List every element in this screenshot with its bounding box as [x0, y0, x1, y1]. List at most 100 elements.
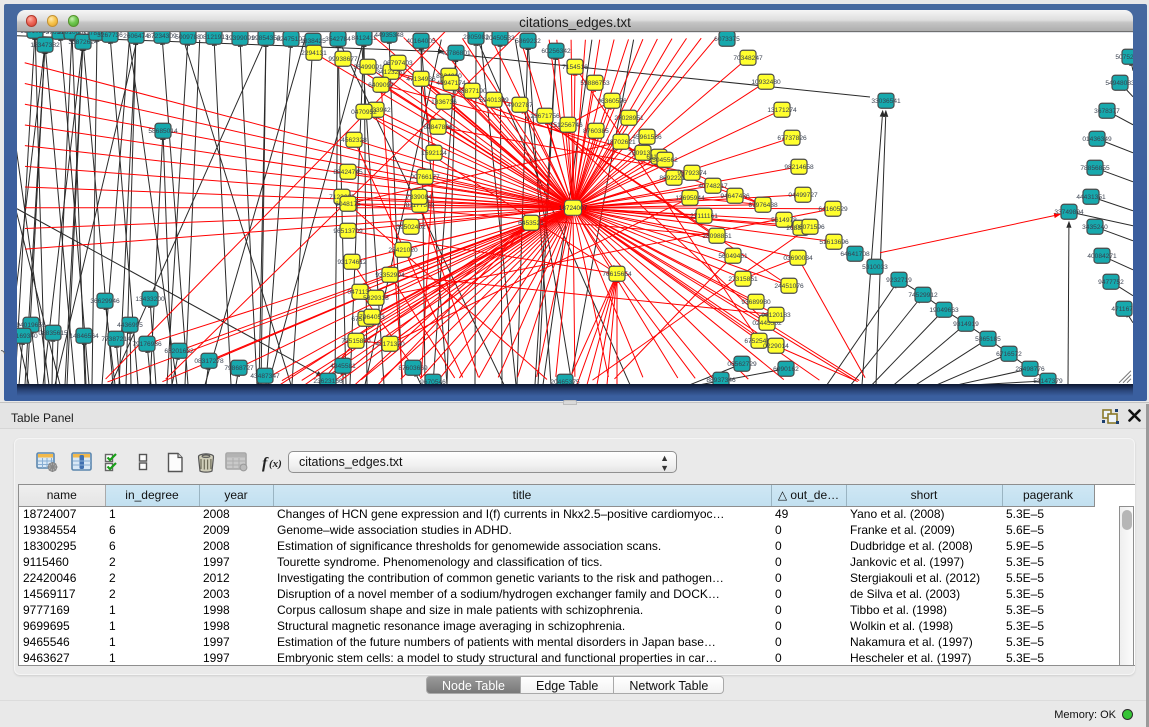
- svg-text:43171390: 43171390: [375, 340, 405, 347]
- svg-text:7154516: 7154516: [562, 63, 588, 70]
- svg-text:1836736: 1836736: [431, 98, 457, 105]
- svg-text:01436349: 01436349: [1082, 135, 1112, 142]
- svg-text:56049451: 56049451: [718, 252, 748, 259]
- svg-text:f: f: [262, 455, 269, 472]
- svg-text:0229014: 0229014: [763, 342, 789, 349]
- svg-text:47134936: 47134936: [406, 75, 436, 82]
- svg-text:49947174: 49947174: [436, 79, 466, 86]
- svg-text:5310033: 5310033: [862, 263, 888, 270]
- svg-text:5045562: 5045562: [652, 156, 678, 163]
- svg-text:10932480: 10932480: [751, 78, 781, 85]
- svg-text:45961586: 45961586: [632, 133, 662, 140]
- svg-text:6716572: 6716572: [996, 350, 1022, 357]
- svg-text:60256342: 60256342: [541, 47, 571, 54]
- svg-text:74529912: 74529912: [908, 291, 938, 298]
- svg-text:33036541: 33036541: [871, 97, 901, 104]
- svg-text:5329318: 5329318: [363, 294, 389, 301]
- svg-text:4562328: 4562328: [341, 136, 367, 143]
- svg-text:06562729: 06562729: [727, 360, 757, 367]
- svg-text:67976438: 67976438: [748, 201, 778, 208]
- svg-text:13695944: 13695944: [675, 194, 705, 201]
- svg-text:51256746: 51256746: [553, 121, 583, 128]
- svg-text:96360576: 96360576: [597, 97, 627, 104]
- svg-text:33749894: 33749894: [1054, 208, 1084, 215]
- svg-text:18347382: 18347382: [30, 41, 60, 48]
- svg-text:03690034: 03690034: [783, 254, 813, 261]
- svg-text:13171274: 13171274: [767, 106, 797, 113]
- svg-text:5009788: 5009788: [175, 33, 201, 40]
- svg-text:14846564: 14846564: [69, 332, 99, 339]
- svg-text:87234309: 87234309: [147, 32, 177, 39]
- svg-text:98214658: 98214658: [784, 163, 814, 170]
- svg-text:6073375: 6073375: [714, 35, 740, 42]
- svg-text:27315851: 27315851: [728, 275, 758, 282]
- svg-text:06071596: 06071596: [795, 223, 825, 230]
- svg-text:24451076: 24451076: [774, 282, 804, 289]
- svg-text:8412411: 8412411: [351, 34, 377, 41]
- svg-text:18724007: 18724007: [559, 204, 588, 211]
- svg-text:04499727: 04499727: [788, 191, 818, 198]
- svg-text:27028951: 27028951: [614, 114, 644, 121]
- svg-text:6048175: 6048175: [335, 200, 361, 207]
- svg-text:55886753: 55886753: [580, 79, 610, 86]
- svg-text:40164005: 40164005: [406, 37, 436, 44]
- svg-text:88424745: 88424745: [333, 168, 363, 175]
- svg-text:79868727: 79868727: [224, 364, 254, 371]
- svg-text:96513709: 96513709: [333, 227, 363, 234]
- svg-text:3678377: 3678377: [1094, 107, 1120, 114]
- svg-text:28421020: 28421020: [388, 246, 418, 253]
- svg-text:78856855: 78856855: [1080, 164, 1110, 171]
- svg-text:40084271: 40084271: [1087, 252, 1117, 259]
- svg-text:3542784: 3542784: [325, 35, 351, 42]
- svg-text:08835615: 08835615: [38, 329, 68, 336]
- svg-text:48877190: 48877190: [457, 87, 487, 94]
- svg-text:39502402: 39502402: [396, 223, 426, 230]
- svg-text:4345581: 4345581: [330, 362, 356, 369]
- svg-text:96120183: 96120183: [761, 311, 791, 318]
- svg-text:40748217: 40748217: [698, 182, 728, 189]
- svg-text:6990162: 6990162: [773, 365, 799, 372]
- svg-text:06797403: 06797403: [383, 59, 413, 66]
- svg-text:6409097: 6409097: [368, 81, 394, 88]
- svg-text:4902787: 4902787: [507, 101, 533, 108]
- svg-text:87603669: 87603669: [398, 364, 428, 371]
- svg-text:93792374: 93792374: [677, 169, 707, 176]
- svg-text:1838425: 1838425: [300, 37, 326, 44]
- svg-text:43487347: 43487347: [250, 372, 280, 379]
- svg-text:5865185: 5865185: [975, 335, 1001, 342]
- svg-text:20450533: 20450533: [485, 34, 515, 41]
- svg-text:36629946: 36629946: [90, 297, 120, 304]
- svg-text:08317278: 08317278: [194, 357, 224, 364]
- svg-text:70348247: 70348247: [733, 54, 763, 61]
- svg-text:59401399: 59401399: [479, 96, 509, 103]
- svg-text:79176936: 79176936: [132, 340, 162, 347]
- svg-text:4711671: 4711671: [1111, 305, 1133, 312]
- svg-text:93174612: 93174612: [337, 258, 367, 265]
- svg-text:88937346: 88937346: [706, 376, 736, 383]
- svg-text:27111161: 27111161: [690, 212, 718, 219]
- svg-text:98169340: 98169340: [17, 332, 38, 339]
- svg-text:28098851: 28098851: [702, 232, 732, 239]
- svg-text:99938677: 99938677: [328, 55, 358, 62]
- svg-text:94647436: 94647436: [720, 192, 750, 199]
- svg-text:19049663: 19049663: [929, 306, 959, 313]
- svg-text:58685014: 58685014: [148, 127, 178, 134]
- svg-text:2294131: 2294131: [301, 49, 327, 56]
- svg-text:67737826: 67737826: [777, 134, 807, 141]
- svg-text:2606474: 2606474: [123, 32, 149, 39]
- svg-text:7839084: 7839084: [406, 193, 432, 200]
- svg-text:8760385: 8760385: [583, 127, 609, 134]
- svg-text:50752735: 50752735: [1115, 53, 1133, 60]
- svg-text:69847896: 69847896: [423, 123, 453, 130]
- svg-text:51613696: 51613696: [819, 238, 849, 245]
- svg-text:73515850: 73515850: [341, 337, 371, 344]
- svg-text:64160529: 64160529: [818, 205, 848, 212]
- svg-text:3435240: 3435240: [1082, 223, 1108, 230]
- svg-text:44431351: 44431351: [1076, 193, 1106, 200]
- svg-text:93689980: 93689980: [741, 298, 771, 305]
- svg-text:42786801: 42786801: [441, 49, 471, 56]
- svg-text:3267736: 3267736: [97, 32, 123, 39]
- svg-text:0470952: 0470952: [351, 108, 377, 115]
- svg-text:9232719: 9232719: [886, 276, 912, 283]
- svg-text:7964053: 7964053: [359, 313, 385, 320]
